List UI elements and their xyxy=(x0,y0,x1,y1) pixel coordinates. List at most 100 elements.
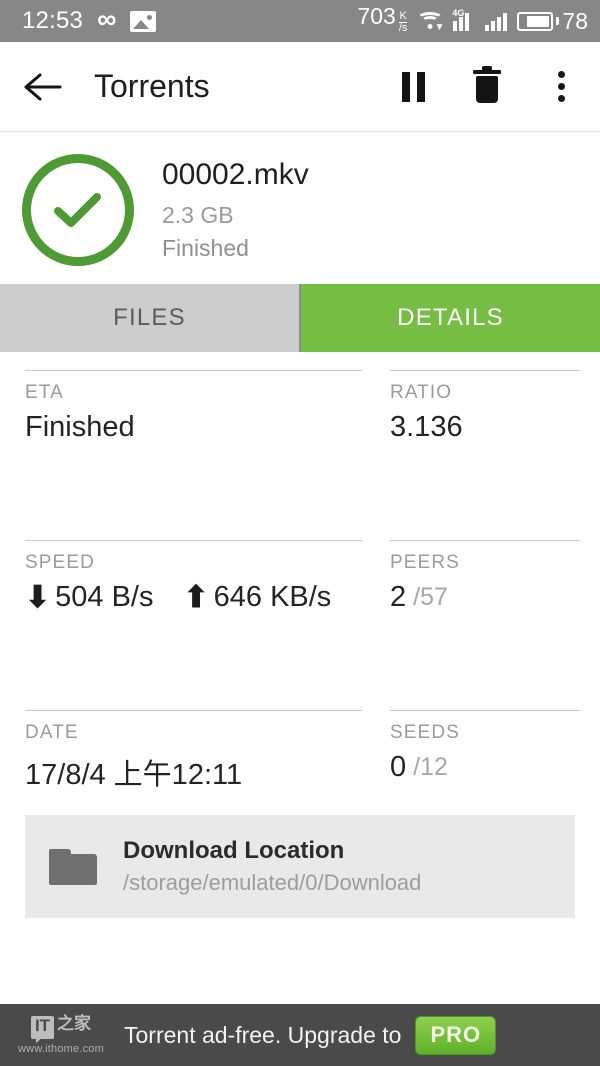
divider xyxy=(390,540,580,541)
status-bar-right: 703 K /s ▼ 4G 78 xyxy=(357,3,588,39)
status-time: 12:53 xyxy=(22,7,84,34)
download-location-card[interactable]: Download Location /storage/emulated/0/Do… xyxy=(25,815,575,918)
detail-eta-value: Finished xyxy=(25,411,135,443)
back-arrow-icon[interactable] xyxy=(22,66,64,108)
network-speed-unit: K /s xyxy=(398,10,408,34)
detail-peers: PEERS 2 /57 xyxy=(390,540,600,614)
folder-icon xyxy=(49,848,97,885)
signal-bar xyxy=(503,13,508,31)
mobile-signal-icon-2 xyxy=(485,11,508,31)
network-speed-unit-bottom: /s xyxy=(398,22,408,34)
page-title: Torrents xyxy=(94,68,210,104)
torrent-size: 2.3 GB xyxy=(162,202,234,229)
network-speed-unit-top: K xyxy=(399,10,407,22)
wifi-down-arrow: ▼ xyxy=(434,21,445,33)
signal-bar xyxy=(497,17,502,31)
image-icon xyxy=(130,10,157,32)
signal-bar xyxy=(459,17,464,31)
detail-peers-value: 2 /57 xyxy=(390,581,580,614)
download-location-title: Download Location xyxy=(123,837,345,864)
watermark-logo-cn: 之家 xyxy=(57,1013,92,1034)
torrent-state: Finished xyxy=(162,235,249,262)
folder-body xyxy=(49,853,97,885)
pause-button[interactable] xyxy=(396,68,430,106)
seeds-total: /12 xyxy=(413,753,448,781)
details-gap-2 xyxy=(0,614,600,710)
arrow-up-icon: ⬆ xyxy=(183,580,209,614)
detail-ratio-value: 3.136 xyxy=(390,411,463,443)
wifi-dot xyxy=(427,23,433,29)
app-bar-actions xyxy=(396,65,578,106)
progress-ring xyxy=(22,154,134,266)
detail-eta-label: ETA xyxy=(25,382,64,403)
watermark-logo: IT 之家 xyxy=(30,1013,92,1043)
detail-speed-label: SPEED xyxy=(25,552,95,573)
detail-seeds-label: SEEDS xyxy=(390,722,460,743)
delete-button[interactable] xyxy=(470,65,504,106)
mobile-signal-4g-icon: 4G xyxy=(452,8,475,31)
peers-total: /57 xyxy=(413,583,448,611)
ad-banner[interactable]: IT 之家 www.ithome.com Torrent ad-free. Up… xyxy=(0,1004,600,1066)
network-speed-indicator: 703 K /s xyxy=(357,3,408,39)
pro-upgrade-badge[interactable]: PRO xyxy=(415,1015,497,1055)
trash-body xyxy=(476,75,498,103)
detail-peers-label: PEERS xyxy=(390,552,460,573)
detail-date-label: DATE xyxy=(25,722,79,743)
battery-fill xyxy=(527,15,550,27)
divider xyxy=(25,710,362,711)
trash-icon xyxy=(473,65,501,104)
trash-lid xyxy=(473,69,501,74)
back-arrow-svg xyxy=(24,73,62,100)
status-bar-left: 12:53 ∞ xyxy=(22,4,157,35)
divider xyxy=(25,540,362,541)
infinity-icon: ∞ xyxy=(97,4,117,34)
download-location-path: /storage/emulated/0/Download xyxy=(123,870,422,895)
detail-date-value: 17/8/4 上午12:11 xyxy=(25,759,243,791)
status-bar: 12:53 ∞ 703 K /s ▼ 4G 78 xyxy=(0,0,600,42)
details-panel: ETA Finished RATIO 3.136 SPEED ⬇ 504 B/s xyxy=(0,352,600,793)
detail-seeds: SEEDS 0 /12 xyxy=(390,710,600,793)
tab-details[interactable]: DETAILS xyxy=(301,284,600,352)
download-speed-value: 504 B/s xyxy=(55,581,154,613)
divider xyxy=(25,370,362,371)
watermark-logo-text: IT xyxy=(30,1015,55,1043)
divider xyxy=(390,370,580,371)
battery-level: 78 xyxy=(562,7,588,34)
signal-bar xyxy=(453,21,458,31)
watermark-url: www.ithome.com xyxy=(18,1042,104,1055)
details-gap-1 xyxy=(0,444,600,540)
battery-icon xyxy=(517,11,554,31)
detail-eta: ETA Finished xyxy=(0,370,390,444)
app-bar: Torrents xyxy=(0,42,600,132)
signal-bar xyxy=(465,13,470,31)
torrent-meta: 00002.mkv 2.3 GB Finished xyxy=(162,158,309,263)
battery-indicator: 78 xyxy=(517,8,588,35)
tab-bar: FILES DETAILS xyxy=(0,284,600,352)
peers-connected: 2 xyxy=(390,581,407,613)
battery-tip xyxy=(556,17,560,25)
tab-files[interactable]: FILES xyxy=(0,284,301,352)
app-root: 12:53 ∞ 703 K /s ▼ 4G 78 Torrents 00002.… xyxy=(0,0,600,1066)
detail-ratio-label: RATIO xyxy=(390,382,453,403)
detail-speed-value: ⬇ 504 B/s ⬆ 646 KB/s xyxy=(25,581,362,614)
download-location-section: Download Location /storage/emulated/0/Do… xyxy=(0,793,600,918)
torrent-name: 00002.mkv xyxy=(162,157,309,191)
network-speed-value: 703 xyxy=(357,3,396,29)
download-location-text: Download Location /storage/emulated/0/Do… xyxy=(123,837,421,896)
signal-bar xyxy=(485,25,490,31)
mobile-network-label: 4G xyxy=(452,8,465,18)
details-row-3: DATE 17/8/4 上午12:11 SEEDS 0 /12 xyxy=(0,710,600,793)
wifi-download-icon: ▼ xyxy=(417,11,445,33)
details-row-1: ETA Finished RATIO 3.136 xyxy=(0,370,600,444)
upload-speed-value: 646 KB/s xyxy=(213,581,332,613)
detail-speed: SPEED ⬇ 504 B/s ⬆ 646 KB/s xyxy=(0,540,390,614)
details-row-2: SPEED ⬇ 504 B/s ⬆ 646 KB/s PEERS 2 /57 xyxy=(0,540,600,614)
download-speed: ⬇ 504 B/s xyxy=(25,581,153,614)
detail-date: DATE 17/8/4 上午12:11 xyxy=(0,710,390,793)
check-icon-svg xyxy=(54,193,101,227)
ad-text: Torrent ad-free. Upgrade to xyxy=(124,1021,402,1048)
overflow-menu-button[interactable] xyxy=(544,68,578,106)
detail-ratio: RATIO 3.136 xyxy=(390,370,600,444)
check-circle-icon xyxy=(22,154,134,266)
more-vertical-icon xyxy=(557,71,565,102)
